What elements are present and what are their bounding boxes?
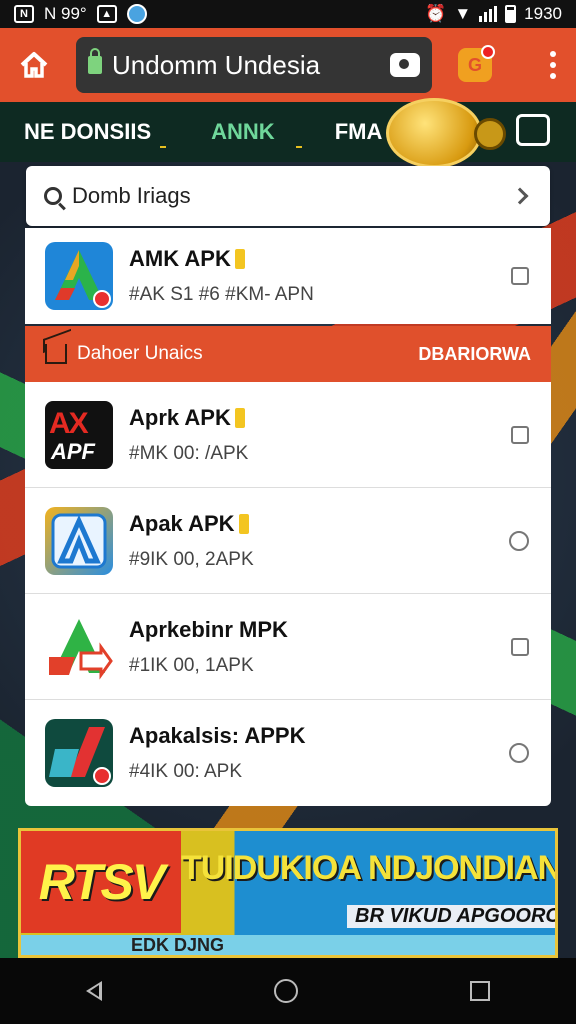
search-row[interactable]: Domb Iriags (26, 166, 550, 226)
browser-toolbar: Undomm Undesia G (0, 28, 576, 102)
lock-icon (88, 48, 102, 74)
tab-fma[interactable]: FMA (335, 119, 383, 145)
section-title: Dahoer Unaics (77, 343, 203, 364)
status-bar: N N 99° ▲ ⏰ ▼ 1930 (0, 0, 576, 28)
app-subtitle: #4IK 00: APK (129, 761, 243, 782)
address-bar[interactable]: Undomm Undesia (76, 37, 432, 93)
app-icon (45, 612, 113, 681)
house-icon (45, 344, 67, 364)
tag-icon (234, 249, 245, 269)
tab-donsiis[interactable]: NE DONSIIS (24, 119, 151, 145)
banner-strip: EDK DJNG (21, 935, 555, 955)
badge-icon (93, 290, 111, 308)
status-left-text: N 99° (44, 4, 87, 23)
list-item[interactable]: Apak APK #9IK 00, 2APK (25, 488, 551, 594)
app-name: Aprkebinr MPK (129, 616, 288, 642)
wifi-icon: ▼ (454, 4, 472, 23)
app-icon-text: AX (49, 406, 89, 440)
section-action[interactable]: DBARIORWA (418, 344, 531, 365)
app-icon: AX APF (45, 400, 113, 469)
app-name-row: Aprk APK (129, 405, 511, 431)
token-icon (474, 118, 506, 150)
banner-subtitle: BR VIKUD APGOORON (347, 905, 555, 928)
chevron-right-icon (511, 187, 529, 205)
extension-letter: G (467, 54, 482, 75)
app-name-row: Apak APK (129, 511, 509, 537)
app-subtitle: #9IK 00, 2APK (129, 548, 254, 570)
tab-divider (296, 146, 302, 148)
list-item[interactable]: AMK APK #AK S1 #6 #KM- APN (25, 228, 551, 324)
app-subtitle: #1IK 00, 1APK (129, 654, 254, 676)
system-nav-bar (0, 958, 576, 1024)
home-icon (20, 52, 48, 78)
list-item[interactable]: Apakalsis: APPK #4IK 00: APK (25, 700, 551, 806)
tab-divider (160, 146, 166, 148)
photo-icon: ▲ (96, 5, 117, 23)
banner-title: TUIDUKIOA NDJONDIAN (181, 849, 558, 887)
extension-button[interactable]: G (458, 45, 495, 82)
app-name: Apak APK (129, 510, 235, 536)
status-time: 1930 (524, 4, 562, 23)
app-list: AX APF Aprk APK #MK 00: /APK Apak APK #9… (25, 382, 551, 806)
banner-logo-text: RTSV (38, 854, 165, 910)
battery-icon (505, 5, 517, 23)
expand-icon[interactable] (516, 114, 550, 146)
back-icon[interactable] (86, 981, 102, 1001)
select-radio[interactable] (509, 530, 529, 551)
app-name: AMK APK (129, 246, 231, 271)
recents-icon[interactable] (470, 981, 490, 1001)
signal-icon (479, 6, 498, 22)
list-item[interactable]: AX APF Aprk APK #MK 00: /APK (25, 382, 551, 488)
home-button[interactable] (12, 43, 56, 87)
tag-icon (238, 513, 249, 534)
select-checkbox[interactable] (511, 267, 529, 285)
search-icon (44, 187, 62, 205)
tag-icon (234, 407, 245, 428)
app-notification-icon (126, 4, 147, 24)
promo-banner[interactable]: RTSV TUIDUKIOA NDJONDIAN BR VIKUD APGOOR… (18, 828, 558, 958)
section-header: Dahoer Unaics DBARIORWA (25, 326, 551, 382)
banner-strip-text: EDK DJNG (131, 935, 225, 955)
app-icon (45, 506, 113, 575)
app-name-row: AMK APK (129, 246, 511, 272)
list-item[interactable]: Aprkebinr MPK #1IK 00, 1APK (25, 594, 551, 700)
search-text: Domb Iriags (72, 183, 191, 208)
select-radio[interactable] (509, 743, 529, 763)
camera-icon[interactable] (390, 53, 420, 77)
address-text: Undomm Undesia (112, 49, 321, 80)
app-icon-subtext: APF (51, 438, 95, 464)
app-icon (45, 242, 113, 310)
app-icon (45, 719, 113, 787)
top-list-card: AMK APK #AK S1 #6 #KM- APN (25, 228, 551, 324)
select-checkbox[interactable] (511, 637, 529, 656)
banner-logo: RTSV (21, 831, 181, 933)
badge-icon (93, 767, 111, 785)
notification-icon: N (14, 5, 34, 23)
alarm-icon: ⏰ (425, 4, 447, 23)
select-checkbox[interactable] (511, 425, 529, 444)
app-subtitle: #AK S1 #6 #KM- APN (129, 284, 314, 305)
app-subtitle: #MK 00: /APK (129, 442, 249, 464)
home-circle-icon[interactable] (274, 979, 298, 1003)
app-name: Apakalsis: APPK (129, 723, 306, 748)
coin-icon[interactable] (386, 98, 482, 168)
app-name: Aprk APK (129, 404, 231, 430)
overflow-menu-button[interactable] (548, 51, 558, 79)
tab-annk[interactable]: ANNK (211, 119, 275, 145)
